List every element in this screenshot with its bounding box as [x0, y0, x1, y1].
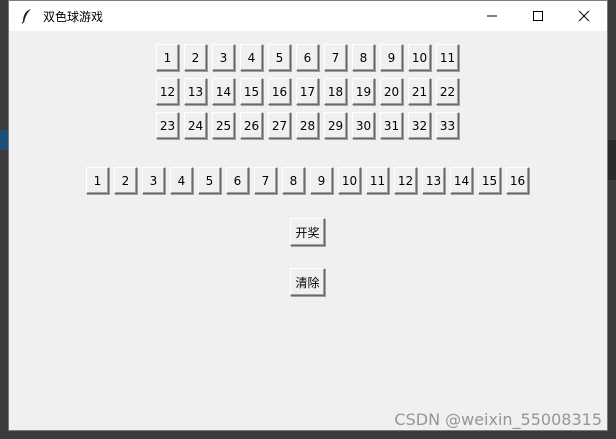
- blue-ball-button-4[interactable]: 4: [170, 167, 193, 194]
- minimize-button[interactable]: [469, 1, 515, 31]
- blue-ball-button-10[interactable]: 10: [338, 167, 361, 194]
- blue-ball-button-2[interactable]: 2: [114, 167, 137, 194]
- blue-ball-button-5[interactable]: 5: [198, 167, 221, 194]
- red-ball-button-17[interactable]: 17: [296, 78, 319, 105]
- clear-button[interactable]: 清除: [290, 268, 325, 296]
- minimize-icon: [487, 15, 497, 17]
- red-ball-button-21[interactable]: 21: [408, 78, 431, 105]
- red-ball-button-29[interactable]: 29: [324, 112, 347, 139]
- background-desktop-strip: [608, 140, 616, 180]
- red-ball-button-5[interactable]: 5: [268, 44, 291, 71]
- red-ball-button-27[interactable]: 27: [268, 112, 291, 139]
- blue-ball-button-7[interactable]: 7: [254, 167, 277, 194]
- blue-ball-button-13[interactable]: 13: [422, 167, 445, 194]
- window-controls: [469, 1, 607, 31]
- window-title: 双色球游戏: [43, 9, 104, 24]
- blue-ball-button-16[interactable]: 16: [506, 167, 529, 194]
- watermark: CSDN @weixin_55008315: [394, 410, 602, 429]
- red-ball-button-23[interactable]: 23: [156, 112, 179, 139]
- blue-ball-button-11[interactable]: 11: [366, 167, 389, 194]
- blue-ball-button-6[interactable]: 6: [226, 167, 249, 194]
- red-ball-button-12[interactable]: 12: [156, 78, 179, 105]
- red-ball-button-20[interactable]: 20: [380, 78, 403, 105]
- blue-ball-button-9[interactable]: 9: [310, 167, 333, 194]
- red-ball-button-28[interactable]: 28: [296, 112, 319, 139]
- background-desktop-strip: [0, 130, 8, 150]
- feather-icon: [19, 8, 35, 24]
- red-ball-button-4[interactable]: 4: [240, 44, 263, 71]
- app-window: 双色球游戏 开奖 清除 1 2 3 4 5 6 7 8 9 10 11 12 13 14 15 16: [8, 0, 608, 431]
- red-ball-button-11[interactable]: 11: [436, 44, 459, 71]
- red-ball-button-15[interactable]: 15: [240, 78, 263, 105]
- red-ball-button-13[interactable]: 13: [184, 78, 207, 105]
- blue-ball-button-1[interactable]: 1: [86, 167, 109, 194]
- red-ball-button-22[interactable]: 22: [436, 78, 459, 105]
- red-ball-button-18[interactable]: 18: [324, 78, 347, 105]
- maximize-button[interactable]: [515, 1, 561, 31]
- red-ball-button-9[interactable]: 9: [380, 44, 403, 71]
- red-ball-button-24[interactable]: 24: [184, 112, 207, 139]
- blue-ball-button-14[interactable]: 14: [450, 167, 473, 194]
- red-ball-button-6[interactable]: 6: [296, 44, 319, 71]
- red-ball-button-32[interactable]: 32: [408, 112, 431, 139]
- blue-ball-button-12[interactable]: 12: [394, 167, 417, 194]
- red-ball-button-25[interactable]: 25: [212, 112, 235, 139]
- red-ball-button-7[interactable]: 7: [324, 44, 347, 71]
- red-ball-button-1[interactable]: 1: [156, 44, 179, 71]
- close-button[interactable]: [561, 1, 607, 31]
- blue-ball-button-8[interactable]: 8: [282, 167, 305, 194]
- red-ball-button-16[interactable]: 16: [268, 78, 291, 105]
- red-ball-button-3[interactable]: 3: [212, 44, 235, 71]
- red-ball-button-30[interactable]: 30: [352, 112, 375, 139]
- maximize-icon: [533, 11, 543, 21]
- red-ball-button-2[interactable]: 2: [184, 44, 207, 71]
- red-ball-button-8[interactable]: 8: [352, 44, 375, 71]
- draw-button[interactable]: 开奖: [290, 218, 325, 246]
- red-ball-button-14[interactable]: 14: [212, 78, 235, 105]
- blue-ball-button-3[interactable]: 3: [142, 167, 165, 194]
- title-bar[interactable]: 双色球游戏: [9, 1, 607, 31]
- red-ball-button-26[interactable]: 26: [240, 112, 263, 139]
- red-ball-button-19[interactable]: 19: [352, 78, 375, 105]
- close-icon: [578, 10, 590, 22]
- blue-ball-button-15[interactable]: 15: [478, 167, 501, 194]
- red-ball-button-31[interactable]: 31: [380, 112, 403, 139]
- red-ball-button-33[interactable]: 33: [436, 112, 459, 139]
- red-ball-button-10[interactable]: 10: [408, 44, 431, 71]
